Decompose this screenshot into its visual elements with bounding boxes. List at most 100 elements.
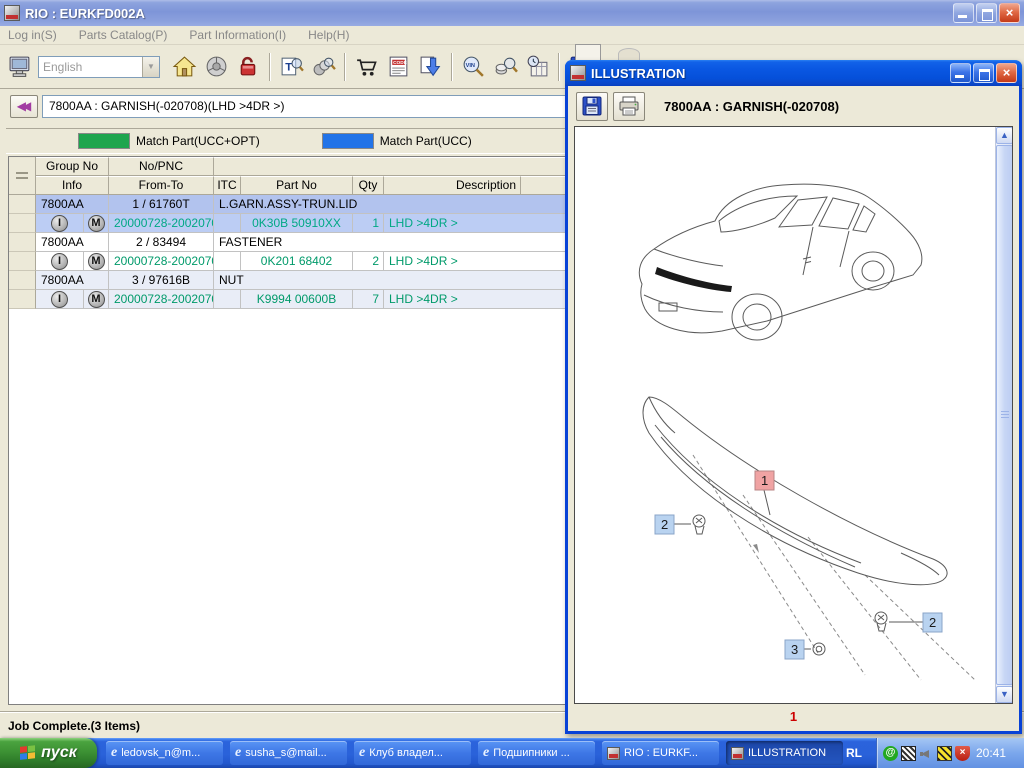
maximize-button[interactable]	[973, 63, 994, 83]
cell-part-no: 0K201 68402	[241, 252, 353, 271]
keyboard-switcher-icon[interactable]	[937, 746, 952, 761]
steering-wheel-icon[interactable]	[202, 53, 230, 81]
cell-itc	[214, 290, 241, 309]
info-m-button[interactable]: M	[88, 253, 105, 270]
workstation-icon[interactable]	[6, 53, 34, 81]
grid-menu-icon	[16, 172, 28, 179]
taskbar-task-illustration[interactable]: ILLUSTRATION	[726, 741, 843, 765]
cell-group-no: 7800AA	[36, 195, 109, 214]
svg-text:VIN: VIN	[465, 63, 474, 69]
garnish-diagram: 1 2 2 3	[603, 385, 998, 685]
callout-2-right[interactable]: 2	[923, 613, 942, 632]
callout-1[interactable]: 1	[755, 471, 774, 490]
scroll-up-button[interactable]: ▲	[996, 127, 1013, 144]
status-text: Job Complete.(3 Items)	[8, 719, 140, 733]
col-header-part-no[interactable]: Part No	[241, 176, 353, 195]
restore-button[interactable]	[976, 3, 997, 23]
cell-group-no: 7800AA	[36, 233, 109, 252]
scroll-down-button[interactable]: ▼	[996, 686, 1013, 703]
svg-text:1: 1	[761, 473, 768, 488]
menu-part-information[interactable]: Part Information(I)	[189, 28, 286, 42]
row-selector-header[interactable]	[9, 157, 36, 195]
info-i-button[interactable]: I	[51, 253, 68, 270]
vertical-scrollbar[interactable]: ▲ ▼	[995, 127, 1012, 703]
export-save-icon[interactable]	[416, 53, 444, 81]
menu-help[interactable]: Help(H)	[308, 28, 349, 42]
text-search-icon[interactable]: T	[277, 53, 305, 81]
cart-icon[interactable]	[352, 53, 380, 81]
menu-parts-catalog[interactable]: Parts Catalog(P)	[79, 28, 168, 42]
toolbar-separator	[558, 53, 560, 81]
illustration-titlebar[interactable]: ILLUSTRATION ×	[565, 60, 1022, 86]
back-button[interactable]: ◀◀	[10, 95, 38, 118]
menu-login[interactable]: Log in(S)	[8, 28, 57, 42]
row-selector[interactable]	[9, 290, 36, 309]
row-selector[interactable]	[9, 252, 36, 271]
callout-2-left[interactable]: 2	[655, 515, 674, 534]
info-i-button[interactable]: I	[51, 291, 68, 308]
row-selector[interactable]	[9, 233, 36, 252]
lock-icon[interactable]	[234, 53, 262, 81]
col-header-info[interactable]: Info	[36, 176, 109, 195]
col-header-group-no[interactable]: Group No	[36, 157, 109, 176]
col-header-description[interactable]: Description	[384, 176, 521, 195]
app-icon	[570, 65, 586, 81]
taskbar-task-rio[interactable]: RIO : EURKF...	[602, 741, 719, 765]
legend-swatch-ucc	[322, 133, 374, 149]
language-indicator[interactable]: RL	[846, 741, 862, 765]
cell-group-no: 7800AA	[36, 271, 109, 290]
row-selector[interactable]	[9, 271, 36, 290]
cell-from-to: 20000728-2002070	[109, 290, 214, 309]
language-select[interactable]: English ▼	[38, 56, 160, 78]
info-i-button[interactable]: I	[51, 215, 68, 232]
page-number: 1	[574, 705, 1013, 727]
close-button[interactable]: ×	[999, 3, 1020, 23]
col-header-qty[interactable]: Qty	[353, 176, 384, 195]
taskbar-task-2[interactable]: e susha_s@mail...	[230, 741, 347, 765]
parts-search-icon[interactable]	[309, 53, 337, 81]
illustration-title: ILLUSTRATION	[591, 66, 685, 81]
row-selector[interactable]	[9, 214, 36, 233]
illustration-window: ILLUSTRATION × 7800AA : GARNISH(-020708)	[565, 60, 1022, 734]
antivirus-shield-icon[interactable]: ×	[955, 746, 970, 761]
code-document-icon[interactable]: CODE	[384, 53, 412, 81]
home-icon[interactable]	[170, 53, 198, 81]
minimize-button[interactable]	[950, 63, 971, 83]
info-m-button[interactable]: M	[88, 291, 105, 308]
row-selector[interactable]	[9, 195, 36, 214]
col-header-from-to[interactable]: From-To	[109, 176, 214, 195]
save-button[interactable]	[576, 92, 608, 121]
taskbar-task-3[interactable]: e Клуб владел...	[354, 741, 471, 765]
minimize-button[interactable]	[953, 3, 974, 23]
info-m-button[interactable]: M	[88, 215, 105, 232]
scrollbar-thumb[interactable]	[996, 145, 1013, 685]
taskbar-task-1[interactable]: e ledovsk_n@m...	[106, 741, 223, 765]
col-header-no-pnc[interactable]: No/PNC	[109, 157, 214, 176]
main-titlebar[interactable]: RIO : EURKFD002A ×	[0, 0, 1024, 26]
close-button[interactable]: ×	[996, 63, 1017, 83]
vin-search-icon[interactable]: VIN	[459, 53, 487, 81]
volume-icon[interactable]	[919, 746, 934, 761]
callout-3[interactable]: 3	[785, 640, 804, 659]
legend-swatch-ucc-opt	[78, 133, 130, 149]
toolbar-separator	[451, 53, 453, 81]
svg-text:CODE: CODE	[393, 60, 407, 66]
illustration-canvas[interactable]: 1 2 2 3 ▲ ▼	[574, 126, 1013, 704]
cell-part-no: K9994 00600B	[241, 290, 353, 309]
combo-arrow-icon[interactable]: ▼	[142, 57, 159, 77]
svg-text:T: T	[285, 62, 292, 74]
scrollbar-grip-icon	[1001, 411, 1009, 419]
print-button[interactable]	[613, 92, 645, 121]
svg-text:2: 2	[929, 615, 936, 630]
taskbar-task-4[interactable]: e Подшипники ...	[478, 741, 595, 765]
fastener-right	[875, 612, 887, 631]
coins-search-icon[interactable]	[491, 53, 519, 81]
illustration-header-label: 7800AA : GARNISH(-020708)	[664, 99, 839, 114]
schedule-icon[interactable]	[523, 53, 551, 81]
col-header-itc[interactable]: ITC	[214, 176, 241, 195]
ie-icon: e	[235, 745, 241, 761]
start-button[interactable]: пуск	[0, 738, 97, 768]
icq-icon[interactable]: @	[883, 746, 898, 761]
scom-icon[interactable]	[901, 746, 916, 761]
main-window-title: RIO : EURKFD002A	[25, 6, 145, 21]
